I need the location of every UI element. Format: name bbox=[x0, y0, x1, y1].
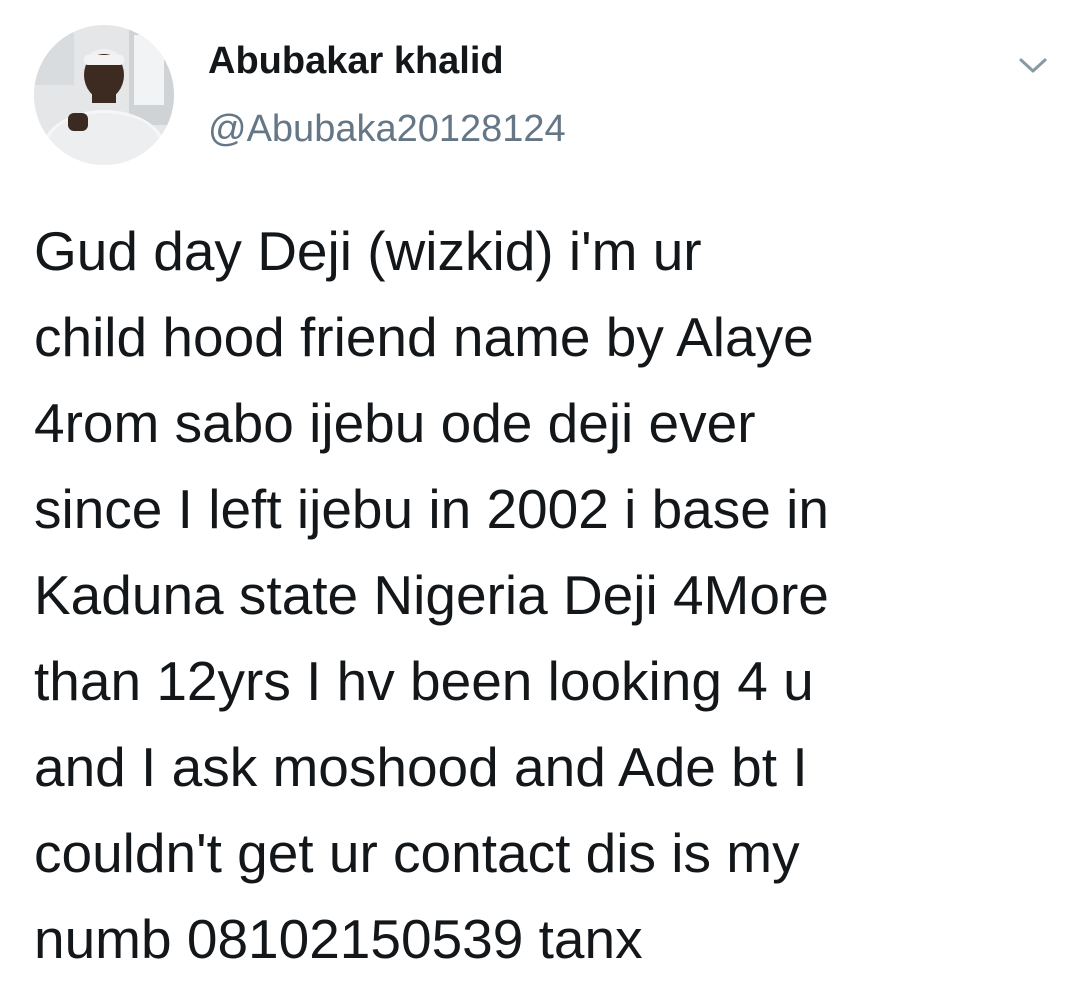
author-handle[interactable]: @Abubaka20128124 bbox=[208, 108, 566, 151]
tweet-text-line: and I ask moshood and Ade bt I bbox=[34, 736, 808, 798]
tweet-text-line: Gud day Deji (wizkid) i'm ur bbox=[34, 220, 702, 282]
avatar[interactable] bbox=[34, 25, 174, 165]
chevron-down-icon[interactable] bbox=[1013, 50, 1053, 80]
tweet-text-line: couldn't get ur contact dis is my bbox=[34, 822, 800, 884]
tweet-text-line: child hood friend name by Alaye bbox=[34, 306, 814, 368]
tweet-text-line: Kaduna state Nigeria Deji 4More bbox=[34, 564, 829, 626]
tweet-text-line: since I left ijebu in 2002 i base in bbox=[34, 478, 829, 540]
tweet-text: Gud day Deji (wizkid) i'm ur child hood … bbox=[34, 208, 1054, 982]
tweet-text-line: than 12yrs I hv been looking 4 u bbox=[34, 650, 814, 712]
tweet-text-line: 4rom sabo ijebu ode deji ever bbox=[34, 392, 756, 454]
tweet-text-line: numb 08102150539 tanx bbox=[34, 908, 643, 970]
author-name[interactable]: Abubakar khalid bbox=[208, 40, 504, 83]
tweet-card: Abubakar khalid @Abubaka20128124 Gud day… bbox=[0, 0, 1080, 1008]
profile-photo-icon bbox=[34, 25, 174, 165]
